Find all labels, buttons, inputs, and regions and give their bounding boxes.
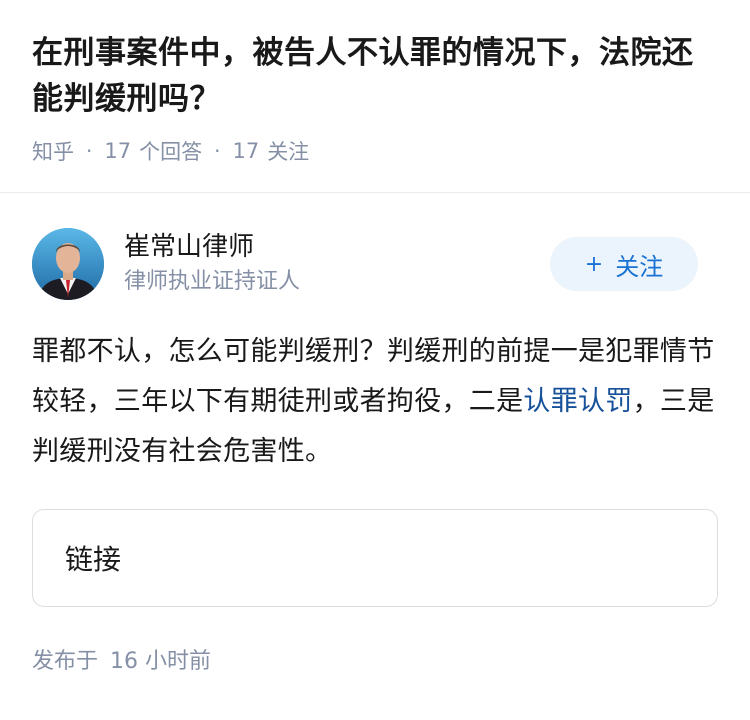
answer-card: 崔常山律师 律师执业证持证人 + 关注 罪都不认，怎么可能判缓刑？判缓刑的前提一… [0,227,750,675]
lawyer-portrait-icon [32,228,104,300]
question-title[interactable]: 在刑事案件中，被告人不认罪的情况下，法院还能判缓刑吗？ [32,30,718,122]
answer-inline-link[interactable]: 认罪认罚 [523,386,632,417]
follow-button-label: 关注 [615,252,664,281]
avatar[interactable] [32,228,104,300]
meta-separator: · [214,139,221,163]
follower-count: 17 [232,139,260,163]
link-card-label: 链接 [65,543,122,576]
question-meta: 知乎 · 17 个回答 · 17 关注 [32,136,718,166]
author-row: 崔常山律师 律师执业证持证人 + 关注 [32,227,718,301]
meta-separator: · [86,139,93,163]
author-name[interactable]: 崔常山律师 [124,230,550,264]
question-header: 在刑事案件中，被告人不认罪的情况下，法院还能判缓刑吗？ 知乎 · 17 个回答 … [0,0,750,166]
answer-content: 罪都不认，怎么可能判缓刑？判缓刑的前提一是犯罪情节较轻，三年以下有期徒刑或者拘役… [32,327,718,477]
publish-info: 发布于 16 小时前 [32,643,718,675]
follower-count-label[interactable]: 关注 [267,136,309,166]
publish-time: 16 小时前 [110,649,212,674]
section-divider [0,192,750,193]
publish-label: 发布于 [32,649,99,674]
answer-count-label[interactable]: 个回答 [139,136,202,166]
plus-icon: + [584,251,604,277]
follow-button[interactable]: + 关注 [550,237,698,291]
source-label[interactable]: 知乎 [32,136,74,166]
author-info: 崔常山律师 律师执业证持证人 [124,230,550,298]
author-badge: 律师执业证持证人 [124,269,301,294]
answer-count: 17 [104,139,132,163]
link-card[interactable]: 链接 [32,509,718,607]
